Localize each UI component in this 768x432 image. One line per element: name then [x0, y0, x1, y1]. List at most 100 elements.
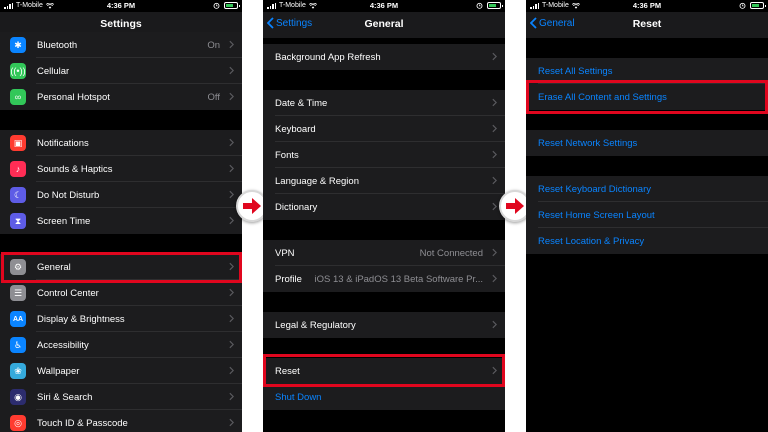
general-row-background-refresh[interactable]: Background App Refresh — [263, 44, 505, 70]
row-label: Sounds & Haptics — [37, 163, 113, 175]
chevron-right-icon — [229, 418, 234, 427]
status-bar: T-Mobile 4:36 PM — [0, 0, 242, 12]
chevron-right-icon — [229, 40, 234, 49]
fingerprint-icon: ◎ — [10, 415, 26, 431]
settings-row-accessibility[interactable]: ♿ Accessibility — [0, 332, 242, 358]
row-label: Legal & Regulatory — [275, 319, 356, 331]
chevron-right-icon — [492, 176, 497, 185]
reset-row-erase-all[interactable]: Erase All Content and Settings — [526, 84, 768, 110]
row-label: Personal Hotspot — [37, 91, 110, 103]
general-row-date-time[interactable]: Date & Time — [263, 90, 505, 116]
settings-row-do-not-disturb[interactable]: ☾ Do Not Disturb — [0, 182, 242, 208]
notifications-icon: ▣ — [10, 135, 26, 151]
control-center-icon: ☰ — [10, 285, 26, 301]
general-screen: T-Mobile 4:36 PM Settings General Backgr… — [263, 0, 505, 432]
settings-row-notifications[interactable]: ▣ Notifications — [0, 130, 242, 156]
chevron-right-icon — [492, 202, 497, 211]
bluetooth-icon: ✱ — [10, 37, 26, 53]
battery-icon — [224, 2, 240, 9]
row-label: Shut Down — [275, 391, 322, 403]
chevron-right-icon — [492, 366, 497, 375]
reset-row-all-settings[interactable]: Reset All Settings — [526, 58, 768, 84]
settings-row-touch-id[interactable]: ◎ Touch ID & Passcode — [0, 410, 242, 432]
settings-row-control-center[interactable]: ☰ Control Center — [0, 280, 242, 306]
nav-bar: General Reset — [526, 12, 768, 38]
row-label: Reset Home Screen Layout — [538, 209, 655, 221]
reset-row-home-screen[interactable]: Reset Home Screen Layout — [526, 202, 768, 228]
battery-icon — [750, 2, 766, 9]
page-title: General — [364, 18, 404, 30]
row-label: Reset Network Settings — [538, 137, 638, 149]
cellular-icon: ((•)) — [10, 63, 26, 79]
status-time: 4:36 PM — [369, 1, 399, 10]
settings-row-hotspot[interactable]: ∞ Personal Hotspot Off — [0, 84, 242, 110]
general-row-dictionary[interactable]: Dictionary — [263, 194, 505, 220]
alarm-icon — [213, 2, 220, 9]
display-icon: AA — [10, 311, 26, 327]
settings-row-screen-time[interactable]: ⧗ Screen Time — [0, 208, 242, 234]
siri-icon: ◉ — [10, 389, 26, 405]
row-label: Accessibility — [37, 339, 89, 351]
alarm-icon — [476, 2, 483, 9]
arrow-right-icon — [506, 198, 524, 214]
row-value: Off — [207, 91, 221, 103]
row-label: Keyboard — [275, 123, 316, 135]
settings-row-general[interactable]: ⚙ General — [0, 254, 242, 280]
row-label: Reset Keyboard Dictionary — [538, 183, 651, 195]
general-row-shut-down[interactable]: Shut Down — [263, 384, 505, 410]
status-bar: T-Mobile 4:36 PM — [526, 0, 768, 12]
general-row-vpn[interactable]: VPN Not Connected — [263, 240, 505, 266]
arrow-right-icon — [243, 198, 261, 214]
chevron-right-icon — [229, 92, 234, 101]
chevron-right-icon — [229, 66, 234, 75]
general-row-reset[interactable]: Reset — [263, 358, 505, 384]
settings-row-display[interactable]: AA Display & Brightness — [0, 306, 242, 332]
row-label: Reset — [275, 365, 300, 377]
sounds-icon: ♪ — [10, 161, 26, 177]
row-label: Erase All Content and Settings — [538, 91, 667, 103]
gear-icon: ⚙ — [10, 259, 26, 275]
settings-row-bluetooth[interactable]: ✱ Bluetooth On — [0, 32, 242, 58]
general-row-legal[interactable]: Legal & Regulatory — [263, 312, 505, 338]
chevron-right-icon — [229, 262, 234, 271]
row-label: Fonts — [275, 149, 299, 161]
reset-row-network[interactable]: Reset Network Settings — [526, 130, 768, 156]
chevron-right-icon — [492, 52, 497, 61]
row-label: VPN — [275, 247, 295, 259]
moon-icon: ☾ — [10, 187, 26, 203]
settings-row-siri[interactable]: ◉ Siri & Search — [0, 384, 242, 410]
row-label: Siri & Search — [37, 391, 93, 403]
general-row-keyboard[interactable]: Keyboard — [263, 116, 505, 142]
reset-screen: T-Mobile 4:36 PM General Reset Reset All… — [526, 0, 768, 432]
row-label: Touch ID & Passcode — [37, 417, 128, 429]
general-row-fonts[interactable]: Fonts — [263, 142, 505, 168]
wallpaper-icon: ❀ — [10, 363, 26, 379]
general-row-profile[interactable]: Profile iOS 13 & iPadOS 13 Beta Software… — [263, 266, 505, 292]
page-title: Settings — [100, 18, 142, 30]
chevron-right-icon — [492, 98, 497, 107]
row-label: Reset Location & Privacy — [538, 235, 645, 247]
status-time: 4:36 PM — [106, 1, 136, 10]
alarm-icon — [739, 2, 746, 9]
status-time: 4:36 PM — [632, 1, 662, 10]
reset-row-location-privacy[interactable]: Reset Location & Privacy — [526, 228, 768, 254]
settings-row-wallpaper[interactable]: ❀ Wallpaper — [0, 358, 242, 384]
row-label: Notifications — [37, 137, 89, 149]
reset-row-keyboard-dictionary[interactable]: Reset Keyboard Dictionary — [526, 176, 768, 202]
row-label: Do Not Disturb — [37, 189, 100, 201]
chevron-right-icon — [229, 190, 234, 199]
chevron-right-icon — [229, 392, 234, 401]
chevron-right-icon — [492, 248, 497, 257]
row-label: Control Center — [37, 287, 99, 299]
chevron-right-icon — [229, 340, 234, 349]
row-value: iOS 13 & iPadOS 13 Beta Software Pr... — [314, 273, 483, 285]
accessibility-icon: ♿ — [10, 337, 26, 353]
chevron-right-icon — [492, 274, 497, 283]
settings-row-sounds[interactable]: ♪ Sounds & Haptics — [0, 156, 242, 182]
chevron-right-icon — [229, 288, 234, 297]
row-label: Bluetooth — [37, 39, 78, 51]
settings-screen: T-Mobile 4:36 PM Settings ✱ Bluetooth On… — [0, 0, 242, 432]
general-row-language-region[interactable]: Language & Region — [263, 168, 505, 194]
settings-row-cellular[interactable]: ((•)) Cellular — [0, 58, 242, 84]
nav-bar: Settings General — [263, 12, 505, 38]
